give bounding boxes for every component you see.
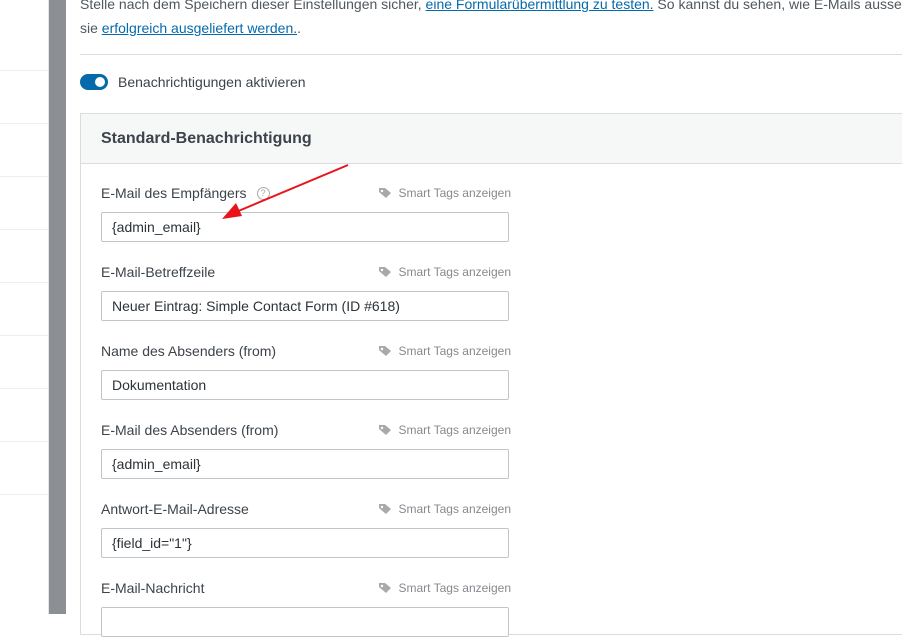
subject-input[interactable]: Neuer Eintrag: Simple Contact Form (ID #… [101, 291, 509, 321]
test-submission-link[interactable]: eine Formularübermittlung zu testen. [426, 0, 654, 12]
sidebar-divider [0, 494, 48, 495]
divider [80, 54, 902, 55]
tag-icon [379, 346, 392, 356]
message-field-group: E-Mail-Nachricht Smart Tags anzeigen [101, 578, 511, 637]
sidebar-divider [0, 229, 48, 230]
smart-tags-toggle[interactable]: Smart Tags anzeigen [378, 186, 511, 200]
smart-tags-toggle[interactable]: Smart Tags anzeigen [378, 423, 511, 437]
field-label: E-Mail des Empfängers [101, 185, 247, 201]
notifications-toggle-row: Benachrichtigungen aktivieren [80, 74, 306, 90]
overlay-band [49, 0, 66, 614]
sidebar-divider [0, 70, 48, 71]
notifications-toggle-label[interactable]: Benachrichtigungen aktivieren [118, 74, 306, 90]
subject-field-group: E-Mail-Betreffzeile Smart Tags anzeigen … [101, 262, 511, 321]
field-label: Name des Absenders (from) [101, 343, 277, 359]
smart-tags-label: Smart Tags anzeigen [398, 423, 511, 437]
recipient-email-input[interactable]: {admin_email} [101, 212, 509, 242]
tag-icon [379, 425, 392, 435]
smart-tags-label: Smart Tags anzeigen [398, 581, 511, 595]
intro-text-part: Stelle nach dem Speichern dieser Einstel… [80, 0, 426, 12]
smart-tags-toggle[interactable]: Smart Tags anzeigen [378, 502, 511, 516]
sidebar-divider [0, 335, 48, 336]
smart-tags-label: Smart Tags anzeigen [398, 186, 511, 200]
tag-icon [379, 267, 392, 277]
left-sidebar-strip [0, 0, 49, 614]
intro-text: Stelle nach dem Speichern dieser Einstel… [80, 0, 902, 40]
smart-tags-label: Smart Tags anzeigen [398, 502, 511, 516]
smart-tags-label: Smart Tags anzeigen [398, 344, 511, 358]
from-email-field-group: E-Mail des Absenders (from) Smart Tags a… [101, 420, 511, 479]
tag-icon [379, 188, 392, 198]
field-label: Antwort-E-Mail-Adresse [101, 501, 249, 517]
intro-text-part: . [297, 20, 302, 36]
smart-tags-toggle[interactable]: Smart Tags anzeigen [378, 581, 511, 595]
panel-header[interactable]: Standard-Benachrichtigung [81, 114, 902, 164]
reply-to-field-group: Antwort-E-Mail-Adresse Smart Tags anzeig… [101, 499, 511, 558]
intro-text-part: So kannst du sehen, wie E-Mails ausse [653, 0, 902, 12]
field-label: E-Mail des Absenders (from) [101, 422, 279, 438]
intro-text-part: sie [80, 20, 102, 36]
sidebar-divider [0, 123, 48, 124]
question-circle-icon[interactable]: ? [256, 186, 270, 200]
smart-tags-label: Smart Tags anzeigen [398, 265, 511, 279]
tag-icon [379, 504, 392, 514]
from-email-input[interactable]: {admin_email} [101, 449, 509, 479]
reply-to-input[interactable]: {field_id="1"} [101, 528, 509, 558]
toggle-knob [95, 77, 105, 87]
delivery-link[interactable]: erfolgreich ausgeliefert werden. [102, 20, 297, 36]
tag-icon [379, 583, 392, 593]
sidebar-divider [0, 441, 48, 442]
sidebar-divider [0, 176, 48, 177]
notification-panel: Standard-Benachrichtigung E-Mail des Emp… [80, 113, 902, 637]
smart-tags-toggle[interactable]: Smart Tags anzeigen [378, 265, 511, 279]
recipient-email-field-group: E-Mail des Empfängers ? Smart Tags anzei… [101, 183, 511, 242]
panel-title: Standard-Benachrichtigung [101, 129, 312, 147]
sidebar-divider [0, 388, 48, 389]
field-label: E-Mail-Betreffzeile [101, 264, 216, 280]
smart-tags-toggle[interactable]: Smart Tags anzeigen [378, 344, 511, 358]
from-name-field-group: Name des Absenders (from) Smart Tags anz… [101, 341, 511, 400]
sidebar-divider [0, 282, 48, 283]
field-label: E-Mail-Nachricht [101, 580, 205, 596]
from-name-input[interactable]: Dokumentation [101, 370, 509, 400]
notifications-toggle[interactable] [80, 74, 108, 90]
message-textarea[interactable] [101, 607, 509, 637]
